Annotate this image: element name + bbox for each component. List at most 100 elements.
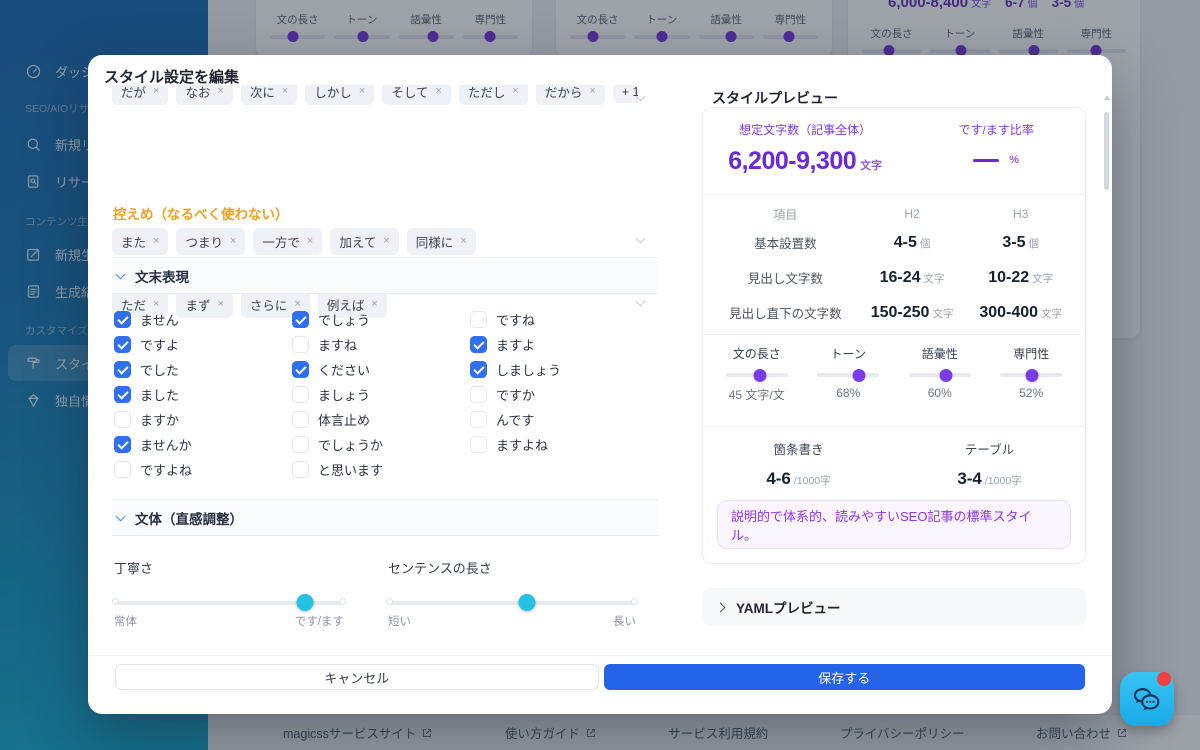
conjunction-chip[interactable]: つまり × xyxy=(176,228,246,255)
remove-chip-icon[interactable]: × xyxy=(435,86,441,97)
right-column-scrollbar[interactable] xyxy=(1104,112,1109,190)
slider-thumb[interactable] xyxy=(296,594,314,611)
checkbox-unchecked[interactable] xyxy=(114,461,131,478)
conjunction-chip[interactable]: しかし × xyxy=(305,85,375,105)
conjunction-chip[interactable]: 次に × xyxy=(240,85,298,105)
checkbox-unchecked[interactable] xyxy=(470,311,487,328)
sentence-ending-checkbox[interactable]: ますよ xyxy=(470,335,638,354)
preview-count: 箇条書き 4-6/1000字 xyxy=(766,443,831,488)
sentence-ending-checkbox[interactable]: しましょう xyxy=(470,360,638,379)
conjunction-chip[interactable]: 同様に × xyxy=(406,228,476,255)
yaml-preview-toggle[interactable]: YAMLプレビュー xyxy=(702,588,1086,626)
sentence-ending-checkbox[interactable]: でした xyxy=(114,360,292,379)
conjunction-chip[interactable]: だから × xyxy=(535,85,605,105)
preview-title: スタイルプレビュー xyxy=(712,90,838,106)
checkbox-checked[interactable] xyxy=(114,311,131,328)
checkbox-checked[interactable] xyxy=(292,311,309,328)
checkbox-checked[interactable] xyxy=(114,361,131,378)
remove-chip-icon[interactable]: × xyxy=(153,86,159,97)
sentence-ending-checkbox[interactable]: ました xyxy=(114,385,292,404)
remove-chip-icon[interactable]: × xyxy=(230,236,236,247)
remove-chip-icon[interactable]: × xyxy=(307,236,313,247)
checkbox-unchecked[interactable] xyxy=(470,386,487,403)
modal-footer: キャンセル 保存する xyxy=(88,655,1112,714)
style-slider: センテンスの長さ 短い 長い xyxy=(386,561,638,628)
conjunction-chip[interactable]: 加えて × xyxy=(330,228,399,255)
remove-chip-icon[interactable]: × xyxy=(512,86,518,97)
remove-chip-icon[interactable]: × xyxy=(153,236,159,247)
restrained-label: 控えめ（なるべく使わない） xyxy=(113,207,289,222)
sentence-ending-checkbox[interactable]: ですか xyxy=(470,385,638,404)
remove-chip-icon[interactable]: × xyxy=(383,236,389,247)
slider-thumb[interactable] xyxy=(753,368,767,382)
more-chips-badge[interactable]: + 14 ... xyxy=(612,85,638,103)
checkbox-label: ますよ xyxy=(496,338,536,353)
sentence-ending-checkbox[interactable]: でしょうか xyxy=(292,435,470,454)
sentence-ending-checkbox[interactable]: ません xyxy=(114,310,292,329)
table-row: 基本設置数 4-5 個 3-5 個 xyxy=(754,233,1039,252)
checkbox-checked[interactable] xyxy=(114,436,131,453)
sentence-ending-checkbox[interactable]: ですね xyxy=(470,310,638,329)
slider-thumb[interactable] xyxy=(1025,368,1039,382)
chat-bubbles-icon xyxy=(1133,688,1160,710)
slider-thumb[interactable] xyxy=(518,594,536,611)
notification-dot xyxy=(1157,672,1171,686)
chevron-down-icon xyxy=(115,511,126,521)
scrollbar-up-arrow[interactable] xyxy=(1104,95,1110,100)
sentence-ending-checkbox[interactable]: ですよね xyxy=(114,460,292,479)
cancel-button[interactable]: キャンセル xyxy=(115,664,599,690)
conjunction-chip[interactable]: なお × xyxy=(176,85,233,105)
sentence-ending-checkbox[interactable]: ましょう xyxy=(292,385,470,404)
checkbox-unchecked[interactable] xyxy=(470,436,487,453)
conjunction-chip[interactable]: そして × xyxy=(382,85,451,105)
sentence-ending-checkbox[interactable]: ませんか xyxy=(114,435,292,454)
preview-slider: 専門性 52% xyxy=(986,345,1078,403)
save-button[interactable]: 保存する xyxy=(603,664,1085,690)
sentence-ending-checkbox[interactable]: と思います xyxy=(292,460,470,479)
checkbox-label: ましょう xyxy=(318,388,371,403)
checkbox-label: しましょう xyxy=(496,363,562,378)
sentence-ending-checkbox[interactable]: ですよ xyxy=(114,335,292,354)
checkbox-checked[interactable] xyxy=(470,336,487,353)
sentence-ending-checkbox[interactable]: ますか xyxy=(114,410,292,429)
checkbox-unchecked[interactable] xyxy=(114,411,131,428)
checkbox-checked[interactable] xyxy=(292,361,309,378)
sentence-ending-checkbox[interactable]: 体言止め xyxy=(292,410,470,429)
style-settings-modal: スタイル設定を編集 だが× なお× 次に× しかし× そして× ただし× だから× + 14 … xyxy=(88,55,1112,714)
conjunction-chip[interactable]: また × xyxy=(112,228,169,255)
estimated-char-count: 想定文字数（記事全体） 6,200-9,300 文字 xyxy=(728,123,883,175)
checkbox-unchecked[interactable] xyxy=(470,411,487,428)
sentence-ending-checkbox[interactable]: ますね xyxy=(292,335,470,354)
remove-chip-icon[interactable]: × xyxy=(217,86,223,97)
checkbox-label: でした xyxy=(140,363,180,378)
remove-chip-icon[interactable]: × xyxy=(589,86,595,97)
chevron-down-icon[interactable] xyxy=(635,233,646,244)
remove-chip-icon[interactable]: × xyxy=(460,236,466,247)
checkbox-unchecked[interactable] xyxy=(292,411,309,428)
checkbox-checked[interactable] xyxy=(114,386,131,403)
checkbox-checked[interactable] xyxy=(114,336,131,353)
preview-count: テーブル 3-4/1000字 xyxy=(957,443,1022,488)
conjunction-chip[interactable]: 一方で × xyxy=(253,228,323,255)
checkbox-unchecked[interactable] xyxy=(292,461,309,478)
slider-thumb[interactable] xyxy=(939,368,953,382)
checkbox-unchecked[interactable] xyxy=(292,336,309,353)
sentence-ending-checkbox[interactable]: ますよね xyxy=(470,435,638,454)
checkbox-checked[interactable] xyxy=(470,361,487,378)
checkbox-unchecked[interactable] xyxy=(292,436,309,453)
slider-thumb[interactable] xyxy=(852,368,866,382)
chevron-right-icon xyxy=(715,602,726,612)
conjunction-chip[interactable]: ただし × xyxy=(458,85,528,105)
chevron-down-icon[interactable] xyxy=(635,296,646,307)
section-style-adjust[interactable]: 文体（直感調整） xyxy=(112,499,658,536)
remove-chip-icon[interactable]: × xyxy=(359,86,365,97)
checkbox-label: ますか xyxy=(140,413,180,428)
section-sentence-endings[interactable]: 文末表現 xyxy=(112,257,658,294)
sentence-ending-checkbox[interactable]: でしょう xyxy=(292,310,470,329)
conjunction-chip-row: だが× なお× 次に× しかし× そして× ただし× だから× + 14 ... xyxy=(112,85,638,107)
conjunction-chip[interactable]: だが × xyxy=(112,85,169,105)
checkbox-unchecked[interactable] xyxy=(292,386,309,403)
sentence-ending-checkbox[interactable]: んです xyxy=(470,410,638,429)
remove-chip-icon[interactable]: × xyxy=(282,86,288,97)
sentence-ending-checkbox[interactable]: ください xyxy=(292,360,470,379)
